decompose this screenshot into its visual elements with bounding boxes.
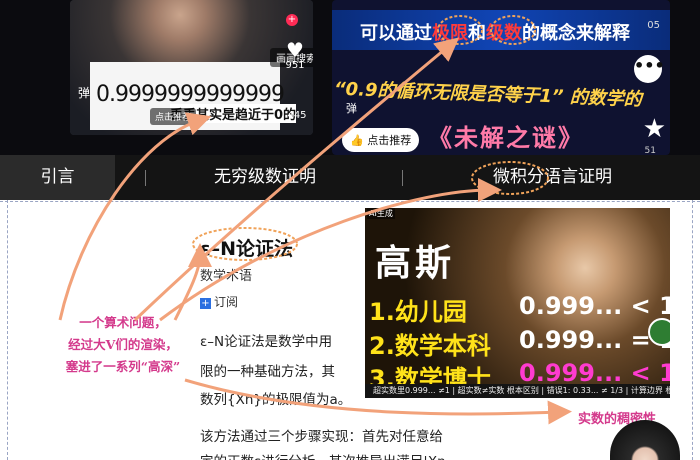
paragraph-line: 定的正数ε进行分析，其次推导出满足|Xn <box>200 450 446 460</box>
annotation-line: 经过大V们的渲染， <box>68 337 178 352</box>
paragraph-line: 限的一种基础方法，其 <box>200 364 335 380</box>
gauss-row-label: 1.幼儿园 <box>369 298 467 326</box>
comment-count: 445 <box>287 110 307 121</box>
tab-series-proof[interactable]: 无穷级数证明 <box>180 155 350 200</box>
like-count: 951 <box>285 60 305 71</box>
banner-prefix: 可以通过 <box>360 23 432 44</box>
like-stat[interactable]: ♥ 951 <box>280 40 310 71</box>
gauss-row-label: 2.数学本科 <box>369 332 491 360</box>
banner-suffix: 的概念来解释 <box>522 23 630 44</box>
video-subtitle: 《未解之谜》 <box>428 124 584 152</box>
recommend-label: 点击推荐 <box>367 134 412 147</box>
gauss-row: 2.数学本科 0.999... = 1 <box>369 326 670 361</box>
gauss-row-value: 0.999... < 1 <box>519 359 670 387</box>
banner-text: 可以通过极限和级数的概念来解释 <box>360 19 630 45</box>
video-count: 05 <box>647 20 660 31</box>
bullet-comment-icon[interactable]: 弹 <box>346 100 357 116</box>
paragraph-line: ε–N论证法是数学中用 <box>200 334 333 350</box>
frame-border <box>692 200 693 460</box>
bullet-comment-icon[interactable]: 弹 <box>78 84 90 101</box>
gauss-name: 高斯 <box>375 243 456 284</box>
banner-limit: 极限 <box>432 23 468 44</box>
comment-stat: 445 <box>282 110 312 121</box>
gauss-caption-bar: 超实数里0.999... ≠1 | 超实数≠实数 根本区别 | 错误1: 0.3… <box>365 384 670 398</box>
avatar[interactable] <box>648 318 670 346</box>
heart-icon[interactable]: ♥ <box>284 40 306 60</box>
tab-bar: 引言 无穷级数证明 微积分语言证明 <box>0 155 700 200</box>
video-card-left[interactable]: 0.9999999999999 丢丢其实是趋近于0的 画画搜索 点击推荐 <box>70 0 313 135</box>
paragraph-line: 数列{Xn}的极限值为a。 <box>200 392 352 408</box>
article-subheading: 数学术语 <box>200 269 253 284</box>
annotation-line: 一个算术问题， <box>79 315 167 330</box>
plus-icon[interactable]: + <box>286 14 298 26</box>
more-options-icon[interactable]: ••• <box>634 55 665 83</box>
star-count: 51 <box>644 146 656 155</box>
subscribe-label: 订阅 <box>214 295 239 309</box>
gauss-row: 1.幼儿园 0.999... < 1 <box>369 292 670 327</box>
star-icon[interactable]: ★ <box>643 116 666 142</box>
thumbs-up-icon: 👍 <box>350 134 368 147</box>
subscribe-button[interactable]: + 订阅 <box>200 293 238 310</box>
ai-generated-tag: AI生成 <box>367 208 395 219</box>
gauss-image-panel[interactable]: AI生成 高斯 1.幼儿园 0.999... < 1 2.数学本科 0.999.… <box>365 208 670 398</box>
recommend-pill[interactable]: 点击推荐 <box>150 108 197 125</box>
video-title: “0.9的循环无限是否等于1” 的数学的 <box>333 78 643 111</box>
annotation-left: 一个算术问题， 经过大V们的渲染， 塞进了一系列“高深” <box>48 312 198 378</box>
tab-intro[interactable]: 引言 <box>0 155 115 200</box>
paragraph-line: 该方法通过三个步骤实现：首先对任意给 <box>200 429 443 445</box>
banner-and: 和 <box>468 23 486 44</box>
frame-border <box>7 200 8 460</box>
gauss-row-value: 0.999... < 1 <box>519 292 670 320</box>
banner-series: 级数 <box>486 23 522 44</box>
tab-calculus-proof[interactable]: 微积分语言证明 <box>460 155 645 200</box>
annotation-line: 塞进了一系列“高深” <box>65 359 181 374</box>
video-strip: 0.9999999999999 丢丢其实是趋近于0的 画画搜索 点击推荐 + ♥… <box>0 0 700 155</box>
recommend-button[interactable]: 👍 点击推荐 <box>342 128 420 152</box>
tab-divider <box>145 170 146 186</box>
article-heading: ε–N论证法 <box>200 238 293 260</box>
frame-border <box>0 201 700 202</box>
plus-icon: + <box>200 298 211 309</box>
tab-divider <box>402 170 403 186</box>
video-card-right[interactable]: 可以通过极限和级数的概念来解释 05 ••• “0.9的循环无限是否等于1” 的… <box>332 0 670 155</box>
